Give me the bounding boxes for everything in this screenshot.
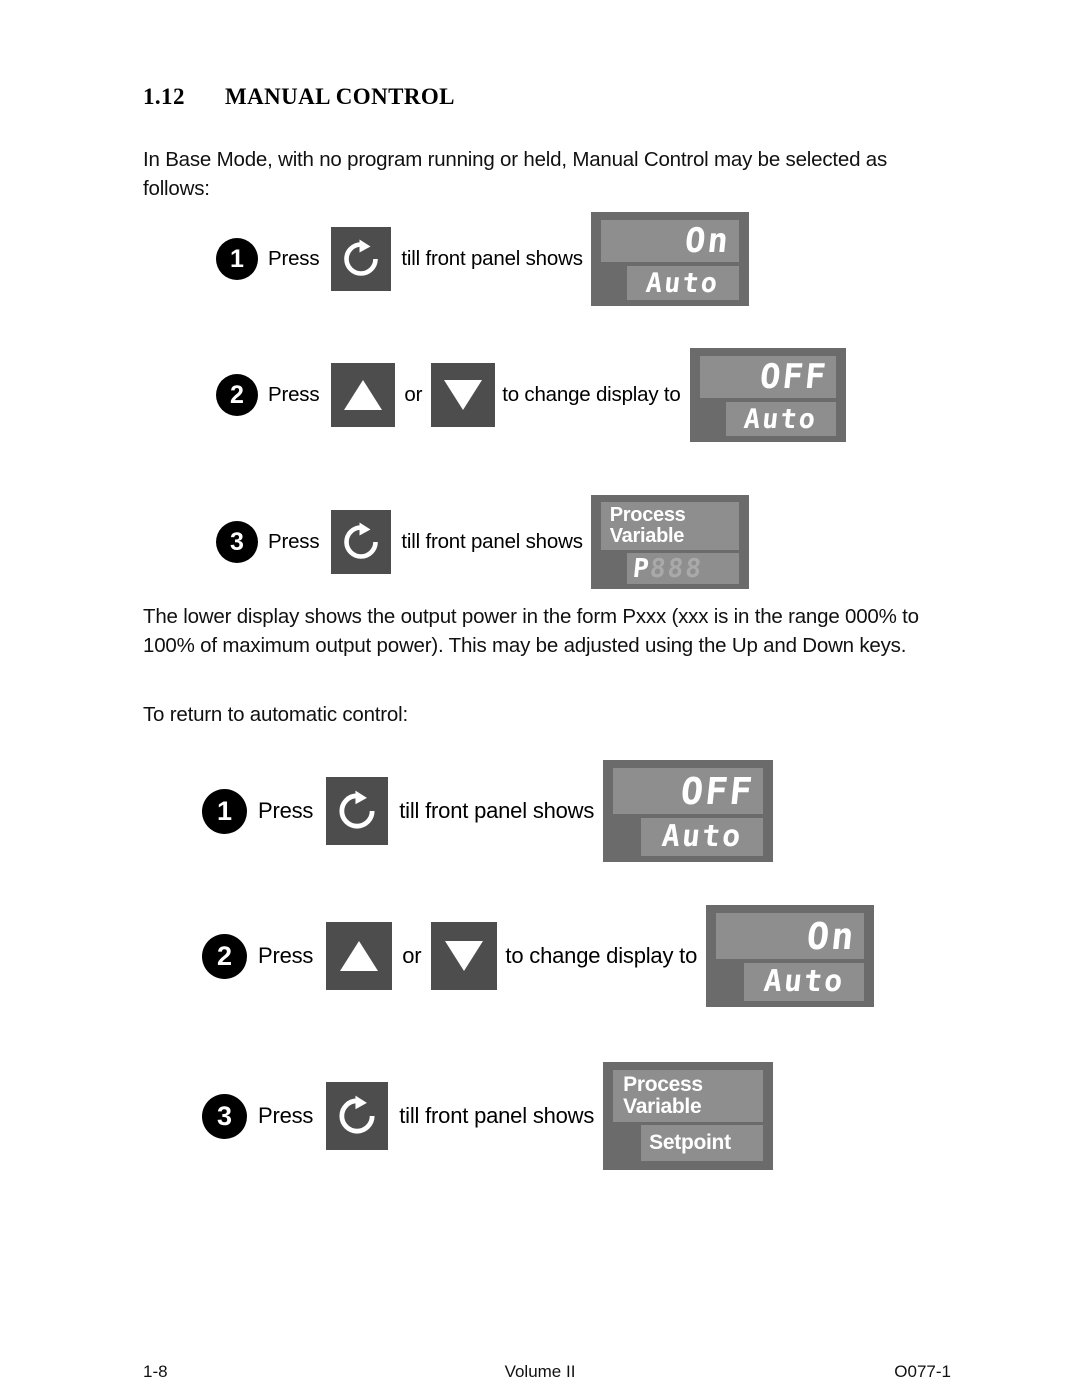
upper-display: OFF (613, 768, 764, 814)
upper-display: On (600, 220, 739, 262)
instrument-panel: OFF Auto (689, 348, 846, 442)
circular-arrow-icon (334, 788, 380, 834)
upper-display-value: OFF (679, 769, 757, 813)
document-page: 1.12 MANUAL CONTROL In Base Mode, with no… (0, 0, 1080, 1397)
connector-label: to change display to (505, 943, 698, 968)
section-title: MANUAL CONTROL (225, 84, 455, 109)
lower-display: Setpoint (641, 1125, 764, 1161)
step-badge: 2 (202, 933, 247, 979)
manual-step-3: 3 Press till front panel shows Process V… (216, 495, 749, 589)
step-badge: 2 (216, 374, 258, 416)
upper-display-label: Process Variable (623, 1073, 703, 1118)
triangle-down-icon (445, 941, 484, 971)
lower-display-value: Auto (644, 267, 721, 299)
footer-document-code: O077-1 (894, 1362, 951, 1381)
lower-display: Auto (641, 818, 764, 856)
press-label: Press (258, 943, 314, 968)
press-label: Press (268, 247, 320, 270)
page-title: 1.12 MANUAL CONTROL (143, 84, 455, 110)
connector-label: till front panel shows (399, 1103, 595, 1128)
step-badge: 3 (216, 521, 258, 563)
or-label: or (404, 383, 423, 406)
circular-arrow-icon (339, 520, 383, 564)
lower-display: Auto (744, 963, 865, 1001)
auto-step-2: 2 Press or to change display to On Auto (202, 905, 875, 1007)
scroll-key-button[interactable] (331, 227, 392, 291)
lower-display-unlit-digits: 888 (648, 553, 705, 584)
instrument-panel: OFF Auto (603, 760, 774, 862)
instrument-panel: Process Variable Setpoint (603, 1062, 774, 1170)
upper-display: Process Variable (613, 1070, 764, 1122)
upper-display: Process Variable (600, 502, 739, 550)
instrument-panel: On Auto (590, 212, 749, 306)
triangle-up-icon (340, 941, 379, 971)
upper-display-value: On (804, 914, 858, 958)
circular-arrow-icon (334, 1093, 380, 1139)
upper-display: OFF (699, 356, 836, 398)
press-label: Press (258, 1103, 314, 1128)
lower-display: Auto (725, 402, 836, 436)
press-label: Press (268, 383, 320, 406)
lower-display-paragraph: The lower display shows the output power… (143, 605, 919, 657)
auto-step-3: 3 Press till front panel shows Process V… (202, 1062, 774, 1170)
down-key-button[interactable] (431, 363, 496, 427)
upper-display: On (716, 913, 865, 959)
instrument-panel: Process Variable P 888 (590, 495, 749, 589)
connector-label: to change display to (502, 383, 681, 406)
upper-display-value: OFF (758, 357, 830, 397)
step-badge: 3 (202, 1093, 247, 1139)
connector-label: till front panel shows (399, 798, 595, 823)
instrument-panel: On Auto (706, 905, 875, 1007)
scroll-key-button[interactable] (326, 777, 389, 845)
connector-label: till front panel shows (401, 530, 583, 553)
lower-display: P 888 (626, 553, 739, 584)
intro-paragraph: In Base Mode, with no program running or… (143, 148, 888, 200)
press-label: Press (268, 530, 320, 553)
manual-step-2: 2 Press or to change display to OFF Auto (216, 348, 846, 442)
auto-step-1: 1 Press till front panel shows OFF Auto (202, 760, 774, 862)
lower-display-value: Auto (742, 403, 819, 435)
down-key-button[interactable] (431, 922, 498, 990)
scroll-key-button[interactable] (326, 1082, 389, 1150)
upper-display-label: Process Variable (609, 504, 686, 547)
circular-arrow-icon (339, 237, 383, 281)
section-number: 1.12 (143, 84, 185, 109)
return-to-auto-paragraph: To return to automatic control: (143, 703, 408, 726)
upper-display-value: On (682, 221, 732, 261)
triangle-down-icon (444, 380, 483, 410)
lower-display-value: Auto (762, 964, 847, 999)
triangle-up-icon (344, 380, 383, 410)
lower-display-label: Setpoint (649, 1131, 731, 1155)
scroll-key-button[interactable] (331, 510, 392, 574)
lower-display: Auto (626, 266, 739, 300)
manual-step-1: 1 Press till front panel shows On Auto (216, 212, 749, 306)
lower-display-value: Auto (660, 819, 745, 854)
up-key-button[interactable] (326, 922, 393, 990)
press-label: Press (258, 798, 314, 823)
up-key-button[interactable] (331, 363, 396, 427)
step-badge: 1 (202, 788, 247, 834)
step-badge: 1 (216, 238, 258, 280)
or-label: or (402, 943, 422, 968)
connector-label: till front panel shows (401, 247, 583, 270)
